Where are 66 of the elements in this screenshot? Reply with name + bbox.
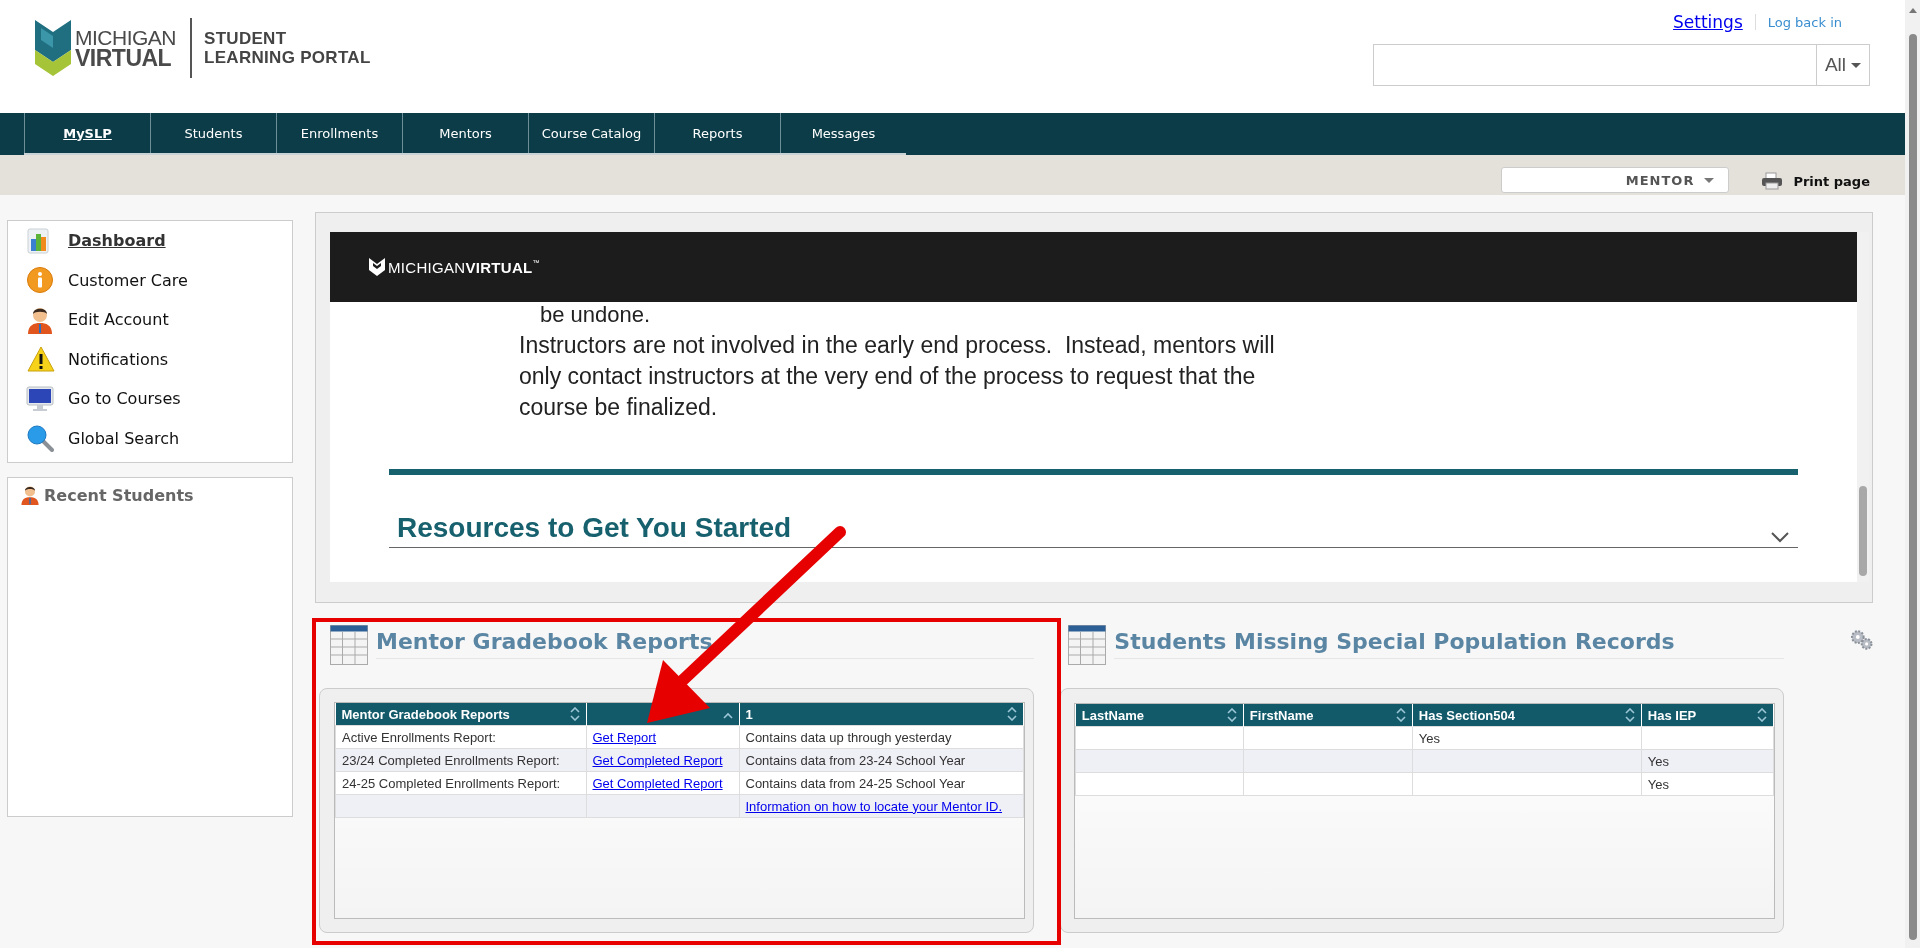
table-cell: 23/24 Completed Enrollments Report: <box>335 748 586 772</box>
logo-text: MICHIGAN <box>75 27 176 48</box>
table-icon <box>1068 625 1107 665</box>
printer-icon <box>1761 172 1784 190</box>
table-cell: Active Enrollments Report: <box>335 725 586 749</box>
nav-tab[interactable]: Students <box>150 113 276 153</box>
nav-tab[interactable]: MySLP <box>24 113 150 153</box>
sidebar-item[interactable]: Dashboard <box>26 221 292 261</box>
search-icon <box>26 424 54 453</box>
table-cell: Contains data from 24-25 School Year <box>739 771 1024 795</box>
body-paragraph: Instructors are not involved in the early end process. Instead, mentors will only contact instructors at the very end of the process to request that the course be finalized. <box>518 331 1276 422</box>
logo-icon <box>35 20 71 76</box>
sidebar-item[interactable]: Global Search <box>26 418 292 458</box>
panel-title: Students Missing Special Population Records <box>1114 629 1784 659</box>
sidebar-item[interactable]: Go to Courses <box>26 379 292 419</box>
nav-tab[interactable]: Reports <box>654 113 780 153</box>
column-header[interactable]: Has IEP <box>1641 704 1774 727</box>
sidebar-item[interactable]: Notifications <box>26 339 292 379</box>
portal-title: STUDENT <box>204 29 288 48</box>
print-link[interactable]: Print page <box>1761 172 1870 190</box>
sort-icon[interactable] <box>1007 707 1018 721</box>
panel-title: Mentor Gradebook Reports <box>376 629 1035 659</box>
monitor-icon <box>26 384 54 413</box>
panel-title: Recent Students <box>44 485 194 505</box>
column-header[interactable]: FirstName <box>1243 704 1413 727</box>
table-cell: Yes <box>1641 749 1774 773</box>
bar-chart-icon <box>26 226 52 255</box>
nav-tab[interactable]: Mentors <box>402 113 528 153</box>
gear-icon[interactable] <box>1849 629 1873 651</box>
column-header[interactable]: Mentor Gradebook Reports <box>335 703 586 726</box>
section-heading: Resources to Get You Started <box>397 513 792 543</box>
scroll-up-icon[interactable] <box>1907 6 1918 14</box>
table-cell: Yes <box>1412 726 1642 750</box>
login-link[interactable]: Log back in <box>1767 14 1842 30</box>
caret-icon <box>1704 177 1715 183</box>
sidebar-item[interactable]: Edit Account <box>26 300 292 340</box>
logo-text: VIRTUAL <box>75 48 173 69</box>
nav-tab[interactable]: Course Catalog <box>528 113 654 153</box>
info-icon <box>26 266 54 295</box>
sort-icon[interactable] <box>1624 708 1635 722</box>
nav-tab[interactable]: Enrollments <box>276 113 402 153</box>
column-header[interactable]: 1 <box>739 703 1024 726</box>
column-header[interactable]: LastName <box>1075 704 1244 727</box>
table-cell: Yes <box>1641 772 1774 796</box>
table-cell: 24-25 Completed Enrollments Report: <box>335 771 586 795</box>
body-text: be undone. <box>539 302 652 328</box>
sidebar-item[interactable]: Customer Care <box>26 260 292 300</box>
sort-icon[interactable] <box>1395 708 1406 722</box>
sort-icon[interactable] <box>569 707 580 721</box>
nav-tab[interactable]: Messages <box>780 113 906 153</box>
portal-title: LEARNING PORTAL <box>204 48 371 67</box>
warning-icon <box>26 345 56 374</box>
table-cell: Contains data up through yesterday <box>739 725 1024 749</box>
sort-icon[interactable] <box>1226 708 1237 722</box>
settings-link[interactable]: Settings <box>1673 12 1743 32</box>
logo-icon <box>368 257 386 277</box>
table-cell: Contains data from 23-24 School Year <box>739 748 1024 772</box>
column-header[interactable]: Has Section504 <box>1412 704 1642 727</box>
table-icon <box>330 625 368 665</box>
chevron-icon[interactable] <box>1770 531 1790 543</box>
sort-icon[interactable] <box>1756 708 1767 722</box>
scope-dropdown[interactable]: All <box>1816 45 1869 85</box>
search-field[interactable]: All <box>1373 44 1870 86</box>
role-dropdown[interactable]: MENTOR <box>1501 167 1730 193</box>
caret-icon <box>1851 62 1862 68</box>
person-icon <box>20 484 40 506</box>
